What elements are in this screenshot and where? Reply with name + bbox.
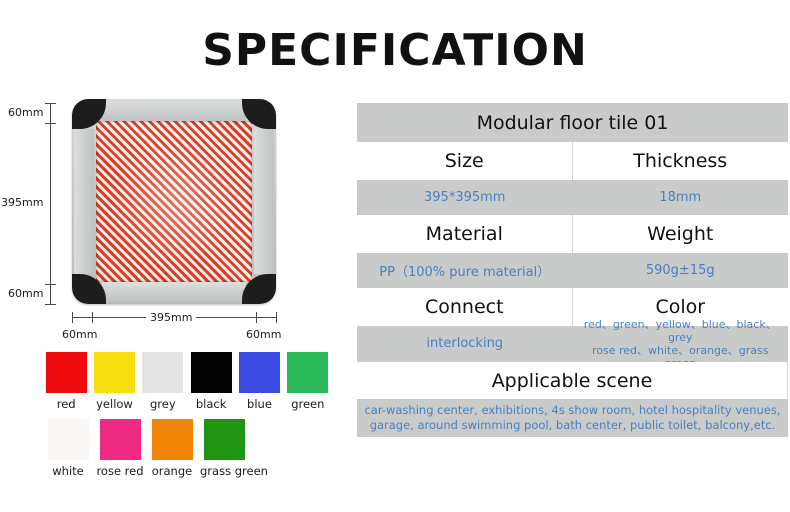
swatch-label-yellow: yellow bbox=[96, 397, 133, 411]
tile-frame-bottom bbox=[102, 282, 246, 302]
tick-v-top bbox=[45, 103, 56, 104]
spec-value-thickness: 18mm bbox=[659, 190, 702, 205]
spec-value-material: PP（100% pure material） bbox=[379, 265, 551, 280]
spec-key-row-material: Material Weight bbox=[357, 215, 788, 253]
swatch-row-2: white rose red orange grass green bbox=[44, 419, 334, 478]
tick-h-right bbox=[276, 312, 277, 323]
spec-scene-value-row: car-washing center, exhibitions, 4s show… bbox=[357, 399, 788, 437]
vertical-dimension-rule bbox=[50, 103, 51, 304]
swatch-color-orange bbox=[151, 419, 193, 460]
swatch-item-blue: blue bbox=[237, 352, 281, 411]
swatch-label-grass-green: grass green bbox=[200, 464, 268, 478]
spec-key-row-size: Size Thickness bbox=[357, 142, 788, 180]
swatch-color-grass-green bbox=[203, 419, 245, 460]
swatch-item-grey: grey bbox=[141, 352, 185, 411]
spec-scene-line1: car-washing center, exhibitions, 4s show… bbox=[364, 403, 781, 417]
tile-image bbox=[72, 99, 276, 304]
swatch-label-rose-red: rose red bbox=[96, 464, 144, 478]
swatch-color-rose-red bbox=[99, 419, 141, 460]
swatch-color-green bbox=[287, 352, 329, 393]
swatch-item-red: red bbox=[44, 352, 88, 411]
spec-scene-value: car-washing center, exhibitions, 4s show… bbox=[357, 399, 788, 437]
dimension-label-left-top: 60mm bbox=[8, 106, 44, 119]
swatch-color-grey bbox=[142, 352, 184, 393]
spec-scene-title: Applicable scene bbox=[357, 362, 788, 399]
color-swatch-legend: red yellow grey black blue green white r… bbox=[44, 352, 334, 482]
swatch-label-orange: orange bbox=[151, 464, 193, 478]
swatch-item-black: black bbox=[189, 352, 233, 411]
specification-table: Modular floor tile 01 Size Thickness 395… bbox=[357, 103, 788, 437]
swatch-label-grey: grey bbox=[149, 397, 176, 411]
tick-h-left bbox=[72, 312, 73, 323]
spec-value-size: 395*395mm bbox=[424, 190, 506, 205]
dimension-label-bottom-left: 60mm bbox=[62, 328, 98, 341]
tile-body bbox=[72, 99, 276, 304]
swatch-color-white bbox=[47, 419, 89, 460]
swatch-label-green: green bbox=[291, 397, 325, 411]
spec-key-weight: Weight bbox=[647, 223, 714, 245]
spec-scene-line2: garage, around swimming pool, bath cente… bbox=[369, 418, 776, 432]
spec-key-size: Size bbox=[357, 142, 573, 180]
tick-h-inner-left bbox=[92, 312, 93, 323]
dimension-label-left-middle: 395mm bbox=[1, 196, 44, 209]
tile-frame-right bbox=[254, 129, 274, 274]
swatch-row-1: red yellow grey black blue green bbox=[44, 352, 334, 411]
spec-key-material: Material bbox=[357, 215, 573, 253]
spec-header-row: Modular floor tile 01 bbox=[357, 103, 788, 142]
page-title: SPECIFICATION bbox=[202, 25, 588, 76]
swatch-item-yellow: yellow bbox=[92, 352, 136, 411]
swatch-label-blue: blue bbox=[247, 397, 272, 411]
tile-frame-top bbox=[102, 101, 246, 121]
swatch-label-white: white bbox=[52, 464, 84, 478]
swatch-label-black: black bbox=[195, 397, 227, 411]
tile-grid-surface bbox=[96, 121, 252, 282]
swatch-color-black bbox=[190, 352, 232, 393]
swatch-color-blue bbox=[238, 352, 280, 393]
swatch-label-red: red bbox=[56, 397, 76, 411]
swatch-item-white: white bbox=[44, 419, 92, 478]
spec-key-connect: Connect bbox=[357, 288, 573, 326]
tick-v-bottom bbox=[45, 304, 56, 305]
swatch-color-yellow bbox=[93, 352, 135, 393]
spec-value-row-material: PP（100% pure material） 590g±15g bbox=[357, 253, 788, 288]
spec-value-row-connect: interlocking red、green、yellow、blue、black… bbox=[357, 318, 789, 370]
spec-key-thickness: Thickness bbox=[633, 150, 728, 172]
tick-h-inner-right bbox=[256, 312, 257, 323]
spec-value-weight: 590g±15g bbox=[645, 263, 715, 278]
dimension-label-bottom-right: 60mm bbox=[246, 328, 282, 341]
tick-v-upper bbox=[45, 123, 56, 124]
swatch-item-green: green bbox=[286, 352, 330, 411]
tick-v-lower bbox=[45, 284, 56, 285]
spec-scene-title-row: Applicable scene bbox=[357, 362, 788, 399]
swatch-item-grass-green: grass green bbox=[200, 419, 268, 478]
dimension-label-left-bottom: 60mm bbox=[8, 287, 44, 300]
swatch-item-orange: orange bbox=[148, 419, 196, 478]
spec-value-row-size: 395*395mm 18mm bbox=[357, 180, 788, 215]
spec-value-color-line1: red、green、yellow、blue、black、grey bbox=[583, 318, 777, 344]
product-illustration-panel: 60mm 395mm 60mm 395mm 60mm 60mm bbox=[0, 95, 345, 341]
dimension-label-bottom-middle: 395mm bbox=[146, 311, 197, 324]
spec-value-color: red、green、yellow、blue、black、grey rose re… bbox=[573, 318, 789, 370]
tile-frame-left bbox=[74, 129, 94, 274]
swatch-item-rose-red: rose red bbox=[96, 419, 144, 478]
swatch-color-red bbox=[45, 352, 87, 393]
spec-value-connect: interlocking bbox=[426, 336, 504, 351]
spec-product-name: Modular floor tile 01 bbox=[476, 111, 669, 134]
specification-page: SPECIFICATION 60mm 395mm 60mm 395mm 60mm… bbox=[0, 0, 790, 512]
